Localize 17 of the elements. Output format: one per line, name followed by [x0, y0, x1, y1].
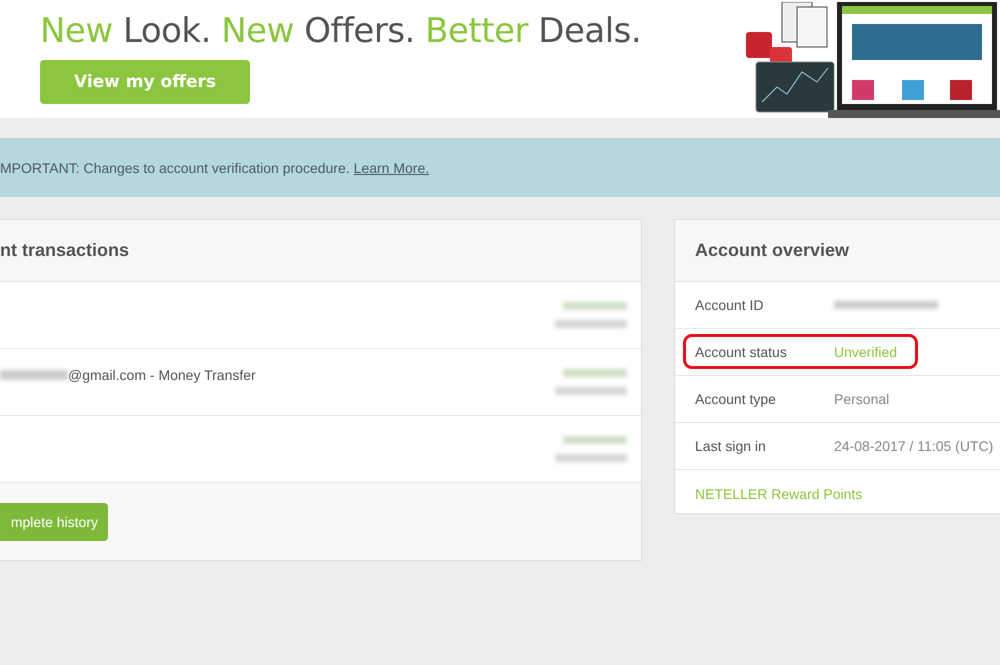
notice-text: MPORTANT: Changes to account verification procedure. [0, 160, 350, 176]
history-button[interactable]: mplete history [0, 503, 108, 541]
status-value: Unverified [834, 344, 898, 360]
field-value: Personal [834, 391, 890, 407]
field-label: Last sign in [695, 438, 767, 454]
field-label: Account ID [695, 297, 764, 313]
learn-more-link[interactable]: Learn More. [354, 160, 430, 176]
card-title: nt transactions [0, 240, 130, 261]
field-value: 24-08-2017 / 11:05 (UTC) [834, 438, 994, 454]
field-label: Account status [695, 344, 788, 360]
transaction-description: @gmail.com - Money Transfer [68, 367, 256, 383]
view-offers-button[interactable]: View my offers [40, 60, 250, 104]
headline: New Look. New Offers. Better Deals. [40, 10, 642, 53]
redacted-text [0, 370, 68, 380]
field-label: Account type [695, 391, 777, 407]
card-title: Account overview [695, 240, 850, 261]
reward-points-link[interactable]: NETELLER Reward Points [695, 486, 862, 502]
